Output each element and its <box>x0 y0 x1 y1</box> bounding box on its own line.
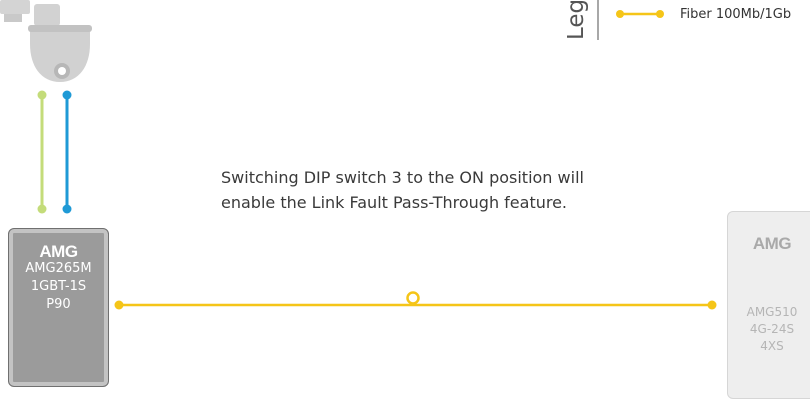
right-switch: AMG AMG510 4G-24S 4XS <box>727 211 810 399</box>
left-media-converter: AMG AMG265M 1GBT-1S P90 <box>8 228 109 387</box>
right-device-model: AMG510 4G-24S 4XS <box>728 304 810 355</box>
right-model-line: 4XS <box>760 339 784 353</box>
right-model-line: 4G-24S <box>749 322 795 336</box>
fiber-link <box>114 291 717 310</box>
right-device-brand: AMG <box>752 234 792 253</box>
left-model-line: AMG265M <box>25 261 92 276</box>
left-model-line: P90 <box>46 297 71 312</box>
link-midpoint-marker <box>406 291 420 305</box>
copper-cable-blue <box>62 90 72 214</box>
copper-cable-green <box>37 90 47 214</box>
ptz-dome-camera-icon <box>0 0 92 82</box>
right-model-line: AMG510 <box>746 305 798 319</box>
legend-title: Legend <box>567 0 589 40</box>
left-device-brand: AMG <box>39 242 78 261</box>
left-device-model: AMG265M 1GBT-1S P90 <box>9 260 108 314</box>
legend-fiber-swatch <box>616 10 664 18</box>
legend-title-text: Legend <box>567 0 589 40</box>
legend-item-label: Fiber 100Mb/1Gb <box>680 7 792 22</box>
left-model-line: 1GBT-1S <box>30 279 87 294</box>
dip-switch-note: Switching DIP switch 3 to the ON positio… <box>221 168 584 212</box>
network-diagram: Legend Fiber 100Mb/1Gb Switching DIP swi… <box>0 0 810 401</box>
